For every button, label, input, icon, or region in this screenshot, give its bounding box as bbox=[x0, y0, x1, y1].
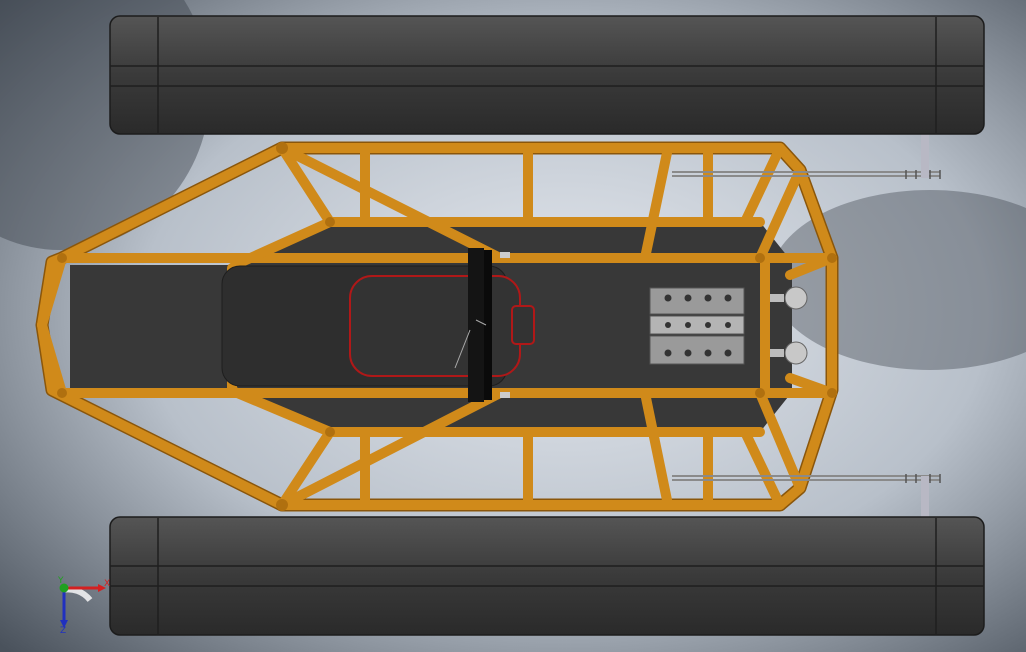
track-right-body bbox=[109, 516, 985, 636]
seat-cushion bbox=[349, 275, 521, 377]
track-left bbox=[109, 15, 985, 135]
pulley-bottom bbox=[784, 341, 808, 365]
engine-head-top bbox=[649, 287, 745, 315]
pulley-top bbox=[784, 286, 808, 310]
triad-x-label: X bbox=[104, 579, 110, 589]
model-scene: X Y Z bbox=[0, 0, 1026, 652]
track-right bbox=[109, 516, 985, 636]
firewall-plate bbox=[468, 248, 484, 402]
firewall-clip-top bbox=[500, 252, 510, 258]
track-left-body bbox=[109, 15, 985, 135]
engine-head-bottom bbox=[649, 335, 745, 365]
triad-z-label: Z bbox=[60, 626, 66, 636]
triad-y-label: Y bbox=[57, 576, 64, 586]
firewall-clip-bottom bbox=[500, 392, 510, 398]
graphics-viewport[interactable]: X Y Z bbox=[0, 0, 1026, 652]
seat-back bbox=[511, 305, 535, 345]
